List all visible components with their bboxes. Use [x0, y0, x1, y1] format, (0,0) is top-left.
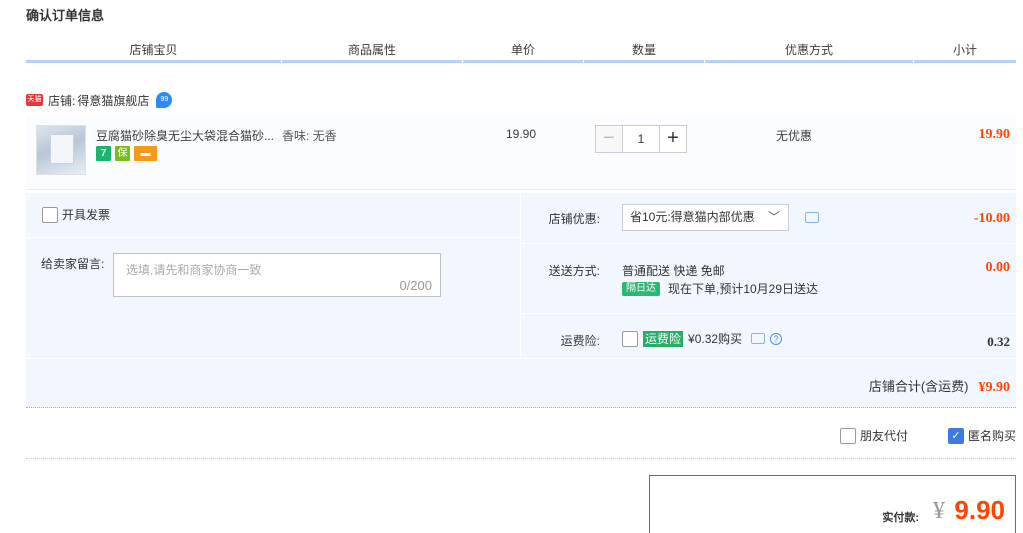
shop-label: 店铺: — [48, 93, 76, 108]
divider — [26, 237, 520, 238]
chevron-down-icon: ﹀ — [767, 210, 780, 224]
final-payment-value: 9.90 — [954, 495, 1005, 525]
promo-icons: 7 保 ▬ — [96, 146, 157, 161]
friend-pay-label: 朋友代付 — [860, 429, 909, 443]
unit-price: 19.90 — [506, 127, 537, 141]
insurance-label: 运费险: — [560, 334, 600, 348]
quantity-input[interactable]: 1 — [623, 125, 659, 153]
shop-row: 天猫 店铺: 得意猫旗舰店 99 — [26, 90, 173, 110]
coupon-select[interactable]: 省10元:得意猫内部优惠 ﹀ — [622, 204, 789, 231]
currency-symbol: ¥ — [933, 498, 945, 524]
friend-pay-option[interactable]: 朋友代付 — [840, 427, 908, 444]
message-textarea[interactable]: 选填,请先和商家协商一致 0/200 — [113, 253, 441, 297]
friend-pay-checkbox[interactable] — [840, 427, 856, 444]
page-title: 确认订单信息 — [26, 8, 105, 23]
final-payment-box: 实付款: ¥ 9.90 — [649, 475, 1016, 533]
product-package-icon — [50, 134, 74, 164]
shipping-method: 普通配送 快递 免邮 — [622, 264, 725, 278]
item-subtotal: 19.90 — [978, 127, 1011, 142]
insurance-option: 运费险 ¥0.32购买 ? — [622, 330, 783, 347]
shipping-label: 送送方式: — [548, 264, 600, 278]
quantity-plus-button[interactable]: + — [659, 125, 687, 153]
insurance-checkbox[interactable] — [622, 330, 638, 347]
shop-total-label: 店铺合计(含运费) — [868, 379, 969, 394]
column-header-attr: 商品属性 — [282, 39, 462, 63]
invoice-option[interactable]: 开具发票 — [42, 206, 110, 223]
column-header-subtotal: 小计 — [914, 39, 1016, 63]
final-payment-label: 实付款: — [882, 512, 919, 524]
divider — [521, 243, 1016, 244]
column-header-quantity: 数量 — [584, 39, 704, 63]
message-placeholder: 选填,请先和商家协商一致 — [126, 263, 262, 277]
shipping-eta: 现在下单,预计10月29日送达 — [668, 282, 819, 296]
coupon-label: 店铺优惠: — [548, 212, 600, 226]
payment-options-row: 朋友代付 ✓ 匿名购买 — [26, 415, 1016, 459]
product-title-link[interactable]: 豆腐猫砂除臭无尘大袋混合猫砂... — [96, 127, 276, 144]
product-thumbnail[interactable] — [36, 125, 86, 175]
shop-total: 店铺合计(含运费) ¥9.90 — [869, 376, 1010, 396]
product-attribute: 香味: 无香 — [282, 129, 337, 143]
comment-icon[interactable] — [805, 212, 819, 223]
insurance-amount: 0.32 — [987, 334, 1010, 349]
invoice-checkbox[interactable] — [42, 206, 58, 223]
anonymous-buy-label: 匿名购买 — [968, 429, 1017, 443]
invoice-label: 开具发票 — [62, 208, 111, 222]
message-char-count: 0/200 — [399, 278, 432, 293]
divider — [26, 358, 1016, 359]
shop-total-value: ¥9.90 — [978, 380, 1011, 395]
quantity-minus-button[interactable]: − — [595, 125, 623, 153]
help-icon[interactable]: ? — [770, 332, 783, 345]
order-item-row: 豆腐猫砂除臭无尘大袋混合猫砂... 7 保 ▬ 香味: 无香 19.90 − 1… — [26, 115, 1016, 190]
anonymous-buy-option[interactable]: ✓ 匿名购买 — [948, 427, 1016, 444]
coupon-selected-value: 省10元:得意猫内部优惠 — [630, 210, 755, 224]
coupon-amount: -10.00 — [973, 211, 1010, 226]
column-header-price: 单价 — [463, 39, 583, 63]
quantity-stepper: − 1 + — [595, 125, 687, 153]
message-label: 给卖家留言: — [41, 257, 105, 271]
shipping-eta-row: 隔日达 现在下单,预计10月29日送达 — [622, 280, 818, 297]
anonymous-buy-checkbox[interactable]: ✓ — [948, 427, 964, 444]
next-day-badge: 隔日达 — [622, 281, 660, 296]
chat-icon[interactable]: 99 — [156, 92, 173, 108]
seven-day-return-icon[interactable]: 7 — [96, 146, 111, 161]
shipping-amount: 0.00 — [985, 260, 1011, 275]
divider — [521, 313, 1016, 314]
column-header-discount: 优惠方式 — [705, 39, 913, 63]
order-options-panel: 开具发票 给卖家留言: 选填,请先和商家协商一致 0/200 店铺优惠: 省10… — [26, 193, 1016, 408]
column-header-item: 店铺宝贝 — [26, 39, 281, 63]
shop-name-link[interactable]: 得意猫旗舰店 — [77, 92, 149, 109]
comment-icon[interactable] — [751, 333, 766, 344]
column-header-row: 店铺宝贝 商品属性 单价 数量 优惠方式 小计 — [26, 39, 1016, 63]
guarantee-icon[interactable]: 保 — [115, 146, 130, 161]
insurance-tag: 运费险 — [643, 330, 684, 347]
insurance-price: ¥0.32购买 — [688, 332, 743, 346]
left-options: 开具发票 给卖家留言: 选填,请先和商家协商一致 0/200 — [26, 193, 520, 358]
credit-card-icon[interactable]: ▬ — [134, 146, 157, 161]
tmall-icon: 天猫 — [26, 94, 43, 106]
item-discount: 无优惠 — [776, 129, 813, 143]
